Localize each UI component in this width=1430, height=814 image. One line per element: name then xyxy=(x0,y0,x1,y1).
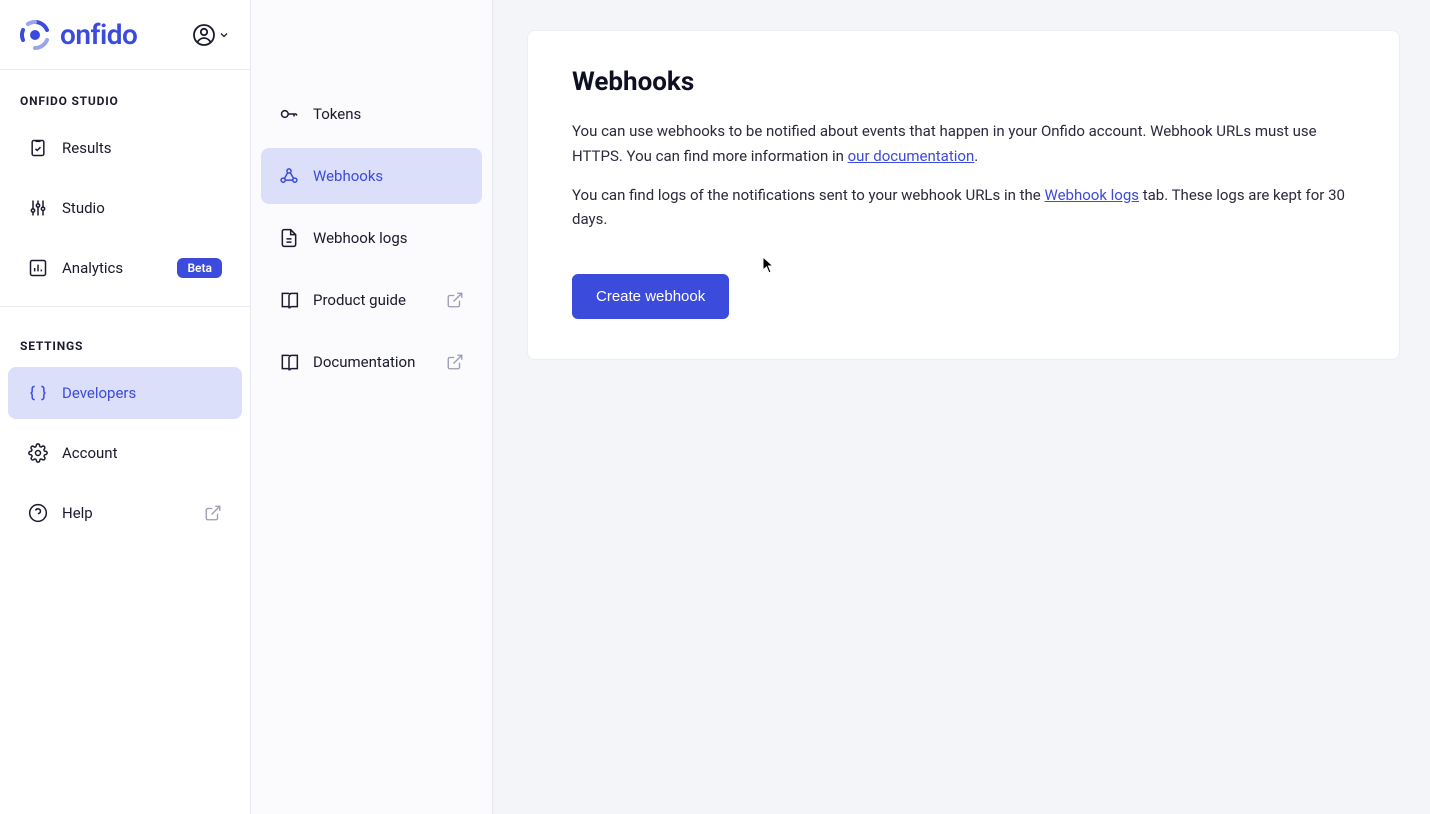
external-link-icon xyxy=(446,291,464,309)
divider xyxy=(0,306,250,307)
section-header-settings: SETTINGS xyxy=(0,315,250,363)
sidebar-item-developers[interactable]: Developers xyxy=(8,367,242,419)
key-icon xyxy=(279,104,299,124)
help-circle-icon xyxy=(28,503,48,523)
brand-logo[interactable]: onfido xyxy=(20,18,137,51)
sidebar-item-label: Results xyxy=(62,139,112,157)
gear-icon xyxy=(28,443,48,463)
section-header-studio: ONFIDO STUDIO xyxy=(0,70,250,118)
primary-sidebar: onfido ONFIDO STUDIO Results Studio Anal… xyxy=(0,0,251,814)
sub-item-documentation[interactable]: Documentation xyxy=(261,334,482,390)
sidebar-item-results[interactable]: Results xyxy=(8,122,242,174)
webhook-logs-link[interactable]: Webhook logs xyxy=(1044,186,1139,204)
book-icon xyxy=(279,352,299,372)
beta-badge: Beta xyxy=(177,258,222,278)
secondary-sidebar: Tokens Webhooks Webhook logs Product gui… xyxy=(251,0,493,814)
onfido-logo-icon xyxy=(20,20,50,50)
sidebar-item-label: Account xyxy=(62,444,118,462)
create-webhook-button[interactable]: Create webhook xyxy=(572,274,729,319)
sub-item-label: Product guide xyxy=(313,291,406,309)
brand-name: onfido xyxy=(60,18,137,51)
webhook-icon xyxy=(279,166,299,186)
book-icon xyxy=(279,290,299,310)
webhooks-card: Webhooks You can use webhooks to be noti… xyxy=(527,30,1400,360)
account-menu-button[interactable] xyxy=(192,23,230,47)
sub-item-webhook-logs[interactable]: Webhook logs xyxy=(261,210,482,266)
sidebar-item-label: Help xyxy=(62,504,93,522)
chevron-down-icon xyxy=(218,29,230,41)
user-circle-icon xyxy=(192,23,216,47)
page-title: Webhooks xyxy=(572,67,1355,97)
documentation-link[interactable]: our documentation xyxy=(848,147,975,165)
sidebar-item-help[interactable]: Help xyxy=(8,487,242,539)
sidebar-item-studio[interactable]: Studio xyxy=(8,182,242,234)
main-content: Webhooks You can use webhooks to be noti… xyxy=(493,0,1430,814)
sub-item-label: Webhooks xyxy=(313,167,383,185)
sub-item-tokens[interactable]: Tokens xyxy=(261,86,482,142)
sub-item-label: Documentation xyxy=(313,353,415,371)
header-row: onfido xyxy=(0,0,250,70)
sidebar-item-label: Developers xyxy=(62,384,136,402)
intro-paragraph-2: You can find logs of the notifications s… xyxy=(572,183,1355,233)
bar-chart-icon xyxy=(28,258,48,278)
file-text-icon xyxy=(279,228,299,248)
sub-item-label: Tokens xyxy=(313,105,361,123)
sidebar-item-label: Analytics xyxy=(62,259,123,277)
sidebar-item-account[interactable]: Account xyxy=(8,427,242,479)
external-link-icon xyxy=(446,353,464,371)
clipboard-check-icon xyxy=(28,138,48,158)
external-link-icon xyxy=(204,504,222,522)
sidebar-item-label: Studio xyxy=(62,199,105,217)
sub-item-webhooks[interactable]: Webhooks xyxy=(261,148,482,204)
sidebar-item-analytics[interactable]: Analytics Beta xyxy=(8,242,242,294)
intro-paragraph-1: You can use webhooks to be notified abou… xyxy=(572,119,1355,169)
sub-item-label: Webhook logs xyxy=(313,229,408,247)
sub-item-product-guide[interactable]: Product guide xyxy=(261,272,482,328)
sliders-icon xyxy=(28,198,48,218)
braces-icon xyxy=(28,383,48,403)
